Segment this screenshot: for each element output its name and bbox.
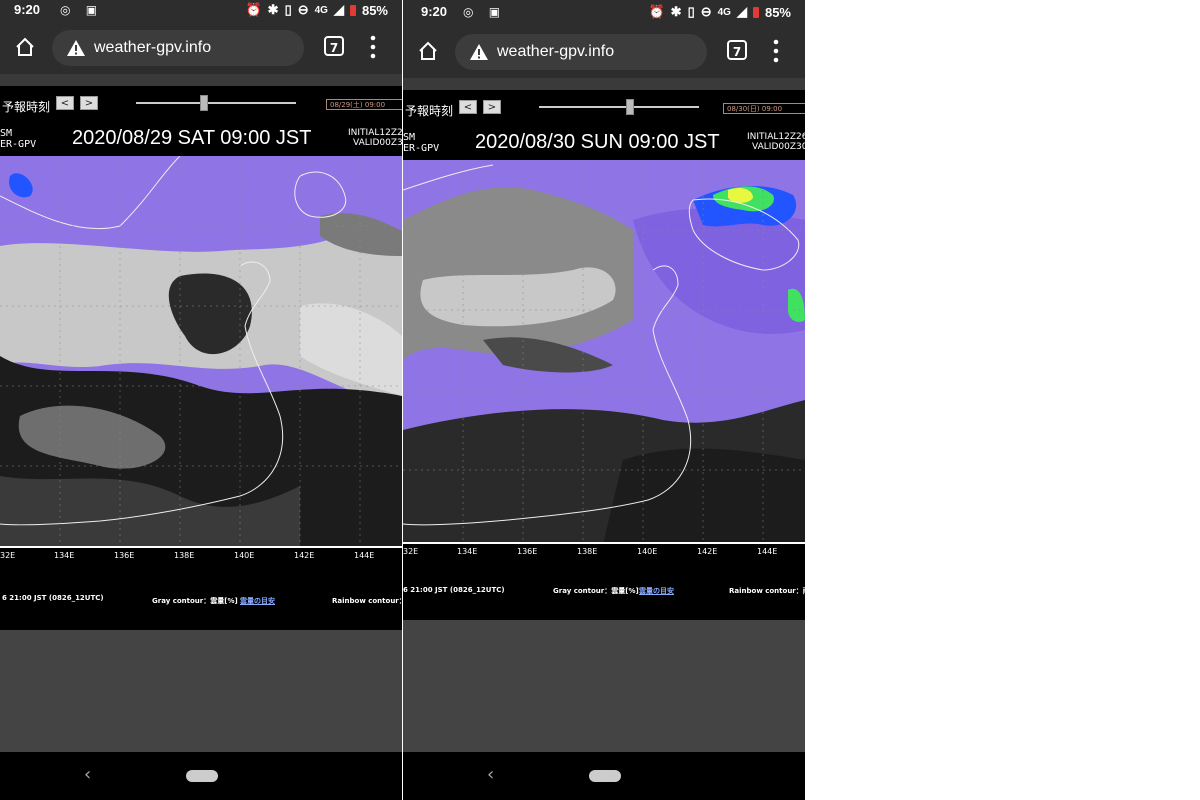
longitude-axis: 32E 134E 136E 138E 140E 142E 144E: [403, 544, 805, 560]
longitude-axis: 32E 134E 136E 138E 140E 142E 144E: [0, 548, 402, 564]
clock: 9:20: [14, 2, 41, 17]
forecast-datetime: 2020/08/29 SAT 09:00 JST: [72, 127, 312, 149]
address-bar[interactable]: weather-gpv.info: [455, 34, 707, 70]
init-time-text: 6 21:00 JST (0826_12UTC): [2, 594, 104, 602]
gray-contour-link[interactable]: 雲量の目安: [240, 596, 275, 606]
browser-toolbar: weather-gpv.info 7: [403, 26, 805, 78]
axis-label: 32E: [403, 547, 419, 556]
warning-icon[interactable]: [469, 42, 489, 62]
forecast-time-label: 予報時刻: [2, 100, 51, 114]
axis-label: 134E: [54, 551, 75, 560]
browser-toolbar: weather-gpv.info 7: [0, 22, 402, 74]
dnd-icon: ⊖: [297, 2, 309, 17]
bluetooth-icon: ✱: [670, 4, 682, 19]
axis-label: 142E: [697, 547, 718, 556]
signal-icon: ◢: [736, 4, 747, 19]
signal-icon: ◢: [333, 2, 344, 17]
back-icon[interactable]: ‹: [84, 764, 91, 785]
bluetooth-icon: ✱: [267, 2, 279, 17]
toolbar-shadow: [0, 74, 402, 86]
init-valid-info: INITIAL12Z2 VALID00Z3: [348, 128, 402, 148]
notification-icons: ◎ ▣: [60, 3, 104, 17]
axis-label: 136E: [114, 551, 135, 560]
address-bar[interactable]: weather-gpv.info: [52, 30, 304, 66]
warning-icon[interactable]: [66, 38, 86, 58]
dnd-icon: ⊖: [700, 4, 712, 19]
status-bar: 9:20 ◎ ▣ ⏰ ✱ ▯ ⊖ 4G ◢ 85%: [0, 0, 402, 22]
home-gesture-pill[interactable]: [589, 770, 621, 782]
forecast-controls: 予報時刻 < > 08/29(土) 09:00: [0, 86, 402, 120]
phone-screen-left: 9:20 ◎ ▣ ⏰ ✱ ▯ ⊖ 4G ◢ 85% weather-gpv.in…: [0, 0, 402, 800]
system-nav-bar: ‹: [403, 752, 805, 800]
cloud-map: [403, 160, 805, 544]
phone-screen-right: 9:20 ◎ ▣ ⏰ ✱ ▯ ⊖ 4G ◢ 85% weather-gpv.in…: [403, 0, 805, 800]
rainbow-contour-legend: Rainbow contour：: [332, 597, 402, 605]
more-menu-icon[interactable]: [773, 38, 779, 64]
time-slider-track[interactable]: [539, 106, 699, 108]
status-right: ⏰ ✱ ▯ ⊖ 4G ◢ 85%: [648, 4, 791, 20]
rainbow-contour-legend: Rainbow contour：雨: [729, 587, 805, 595]
gray-contour-link[interactable]: 雲量の目安: [639, 586, 674, 596]
prev-time-button[interactable]: <: [459, 100, 477, 114]
time-slider-track[interactable]: [136, 102, 296, 104]
axis-label: 134E: [457, 547, 478, 556]
url-text: weather-gpv.info: [94, 39, 212, 56]
map-header: SM ER-GPV 2020/08/30 SUN 09:00 JST INITIA…: [403, 124, 805, 160]
home-icon[interactable]: [417, 40, 439, 62]
forecast-time-label: 予報時刻: [405, 104, 454, 118]
axis-label: 138E: [174, 551, 195, 560]
time-select[interactable]: 08/29(土) 09:00: [326, 99, 402, 110]
gray-contour-legend: Gray contour：雲量[%]: [152, 597, 238, 605]
cloud-map: [0, 156, 402, 548]
url-text: weather-gpv.info: [497, 43, 615, 60]
clock: 9:20: [421, 4, 448, 19]
time-select[interactable]: 08/30(日) 09:00: [723, 103, 805, 114]
model-name: SM ER-GPV: [0, 128, 37, 150]
forecast-controls: 予報時刻 < > 08/30(日) 09:00: [403, 90, 805, 124]
network-type: 4G: [717, 6, 731, 18]
axis-label: 32E: [0, 551, 16, 560]
vibrate-icon: ▯: [284, 2, 292, 17]
gray-contour-legend: Gray contour：雲量[%]: [553, 587, 639, 595]
battery-icon: [349, 4, 356, 16]
axis-label: 144E: [757, 547, 778, 556]
model-name: SM ER-GPV: [403, 132, 440, 154]
alarm-icon: ⏰: [245, 2, 262, 17]
battery-icon: [752, 6, 759, 18]
axis-label: 144E: [354, 551, 375, 560]
axis-label: 140E: [637, 547, 658, 556]
next-time-button[interactable]: >: [80, 96, 98, 110]
battery-level: 85%: [764, 4, 791, 20]
more-menu-icon[interactable]: [370, 34, 376, 60]
home-icon[interactable]: [14, 36, 36, 58]
status-right: ⏰ ✱ ▯ ⊖ 4G ◢ 85%: [245, 2, 388, 18]
map-info-panel: 6 21:00 JST (0826_12UTC) Gray contour：雲量…: [403, 560, 805, 620]
network-type: 4G: [314, 4, 328, 16]
prev-time-button[interactable]: <: [56, 96, 74, 110]
axis-label: 138E: [577, 547, 598, 556]
axis-label: 140E: [234, 551, 255, 560]
map-info-panel: 6 21:00 JST (0826_12UTC) Gray contour：雲量…: [0, 564, 402, 630]
alarm-icon: ⏰: [648, 4, 665, 19]
toolbar-shadow: [403, 78, 805, 90]
home-gesture-pill[interactable]: [186, 770, 218, 782]
notification-icons: ◎ ▣: [463, 5, 507, 19]
forecast-datetime: 2020/08/30 SUN 09:00 JST: [475, 131, 720, 153]
tab-switcher-button[interactable]: 7: [727, 40, 747, 60]
map-header: SM ER-GPV 2020/08/29 SAT 09:00 JST INITIA…: [0, 120, 402, 156]
axis-label: 142E: [294, 551, 315, 560]
system-nav-bar: ‹: [0, 752, 402, 800]
init-time-text: 6 21:00 JST (0826_12UTC): [403, 586, 505, 594]
back-icon[interactable]: ‹: [487, 764, 494, 785]
status-bar: 9:20 ◎ ▣ ⏰ ✱ ▯ ⊖ 4G ◢ 85%: [403, 0, 805, 26]
time-slider-thumb[interactable]: [626, 99, 634, 115]
tab-switcher-button[interactable]: 7: [324, 36, 344, 56]
vibrate-icon: ▯: [687, 4, 695, 19]
axis-label: 136E: [517, 547, 538, 556]
time-slider-thumb[interactable]: [200, 95, 208, 111]
init-valid-info: INITIAL12Z26 VALID00Z30: [747, 132, 805, 152]
next-time-button[interactable]: >: [483, 100, 501, 114]
battery-level: 85%: [361, 2, 388, 18]
